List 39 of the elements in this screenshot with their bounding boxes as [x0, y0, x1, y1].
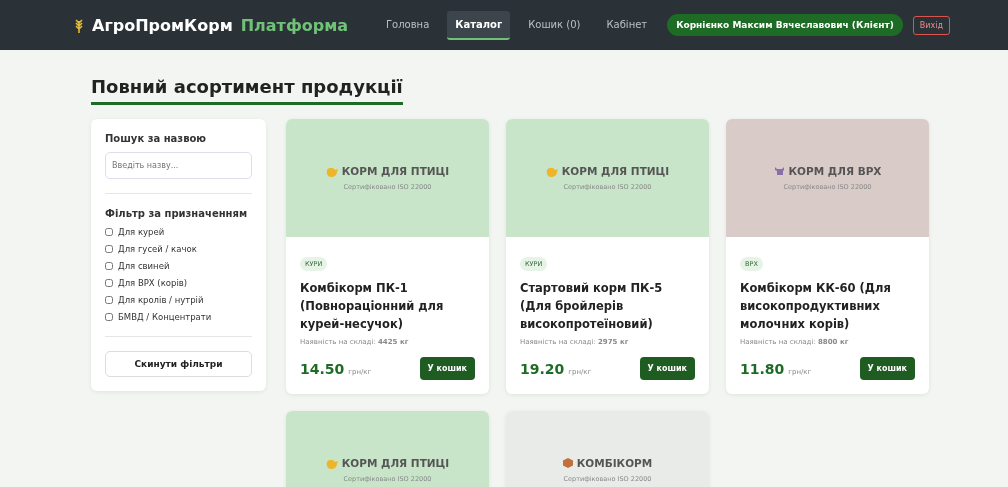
reset-filters-button[interactable]: Скинути фільтри	[105, 351, 252, 377]
search-heading: Пошук за назвою	[105, 133, 208, 144]
wheat-icon	[74, 17, 84, 33]
image-label: КОРМ ДЛЯ ПТИЦІ	[561, 165, 670, 177]
filter-heading: Фільтр за призначенням	[105, 208, 249, 219]
filter-checkbox[interactable]	[105, 245, 113, 253]
image-label: КОМБІКОРМ	[576, 457, 653, 469]
brand-name[interactable]: АгроПромКорм	[92, 15, 233, 35]
cow-icon	[773, 166, 785, 176]
filter-checkbox[interactable]	[105, 279, 113, 287]
user-badge: Корнієнко Максим Вячеславович (Клієнт)	[667, 14, 903, 36]
filter-label[interactable]: Для свиней	[118, 261, 170, 271]
page-title: Повний асортимент продукції	[91, 76, 403, 105]
add-to-cart-button[interactable]: У кошик	[419, 357, 475, 380]
nav-link[interactable]: Каталог	[447, 10, 511, 40]
add-to-cart-button[interactable]: У кошик	[859, 357, 915, 380]
filter-label[interactable]: БМВД / Концентрати	[118, 312, 212, 322]
image-label: КОРМ ДЛЯ ПТИЦІ	[341, 457, 450, 469]
add-to-cart-button[interactable]: У кошик	[639, 357, 695, 380]
logout-button[interactable]: Вихід	[912, 15, 950, 35]
image-label: КОРМ ДЛЯ ПТИЦІ	[341, 165, 450, 177]
filter-checkbox[interactable]	[105, 296, 113, 304]
filter-label[interactable]: Для курей	[118, 227, 165, 237]
nav-link[interactable]: Кабінет	[598, 10, 656, 40]
search-field[interactable]: Введіть назву...	[105, 152, 252, 179]
filter-label[interactable]: Для кролів / нутрій	[118, 295, 204, 305]
filter-checkbox[interactable]	[105, 313, 113, 321]
filter-checkbox[interactable]	[105, 262, 113, 270]
filter-label[interactable]: Для ВРХ (корів)	[118, 278, 188, 288]
nav-link[interactable]: Головна	[378, 10, 438, 40]
product-name: Комбікорм ПК-1 (Повнораціонний для курей-несучок)	[300, 280, 445, 333]
package-icon	[562, 458, 573, 468]
product-name: Стартовий корм ПК-5 (Для бройлерів високопротеїновий)	[520, 280, 664, 333]
product-name: Комбікорм КК-60 (Для високопродуктивних молочних корів)	[740, 280, 892, 333]
brand-suffix: Платформа	[240, 15, 349, 35]
nav-link[interactable]: Кошик (0)	[520, 10, 589, 40]
filter-label[interactable]: Для гусей / качок	[118, 244, 197, 254]
image-label: КОРМ ДЛЯ ВРХ	[788, 165, 882, 177]
filter-checkbox[interactable]	[105, 228, 113, 236]
